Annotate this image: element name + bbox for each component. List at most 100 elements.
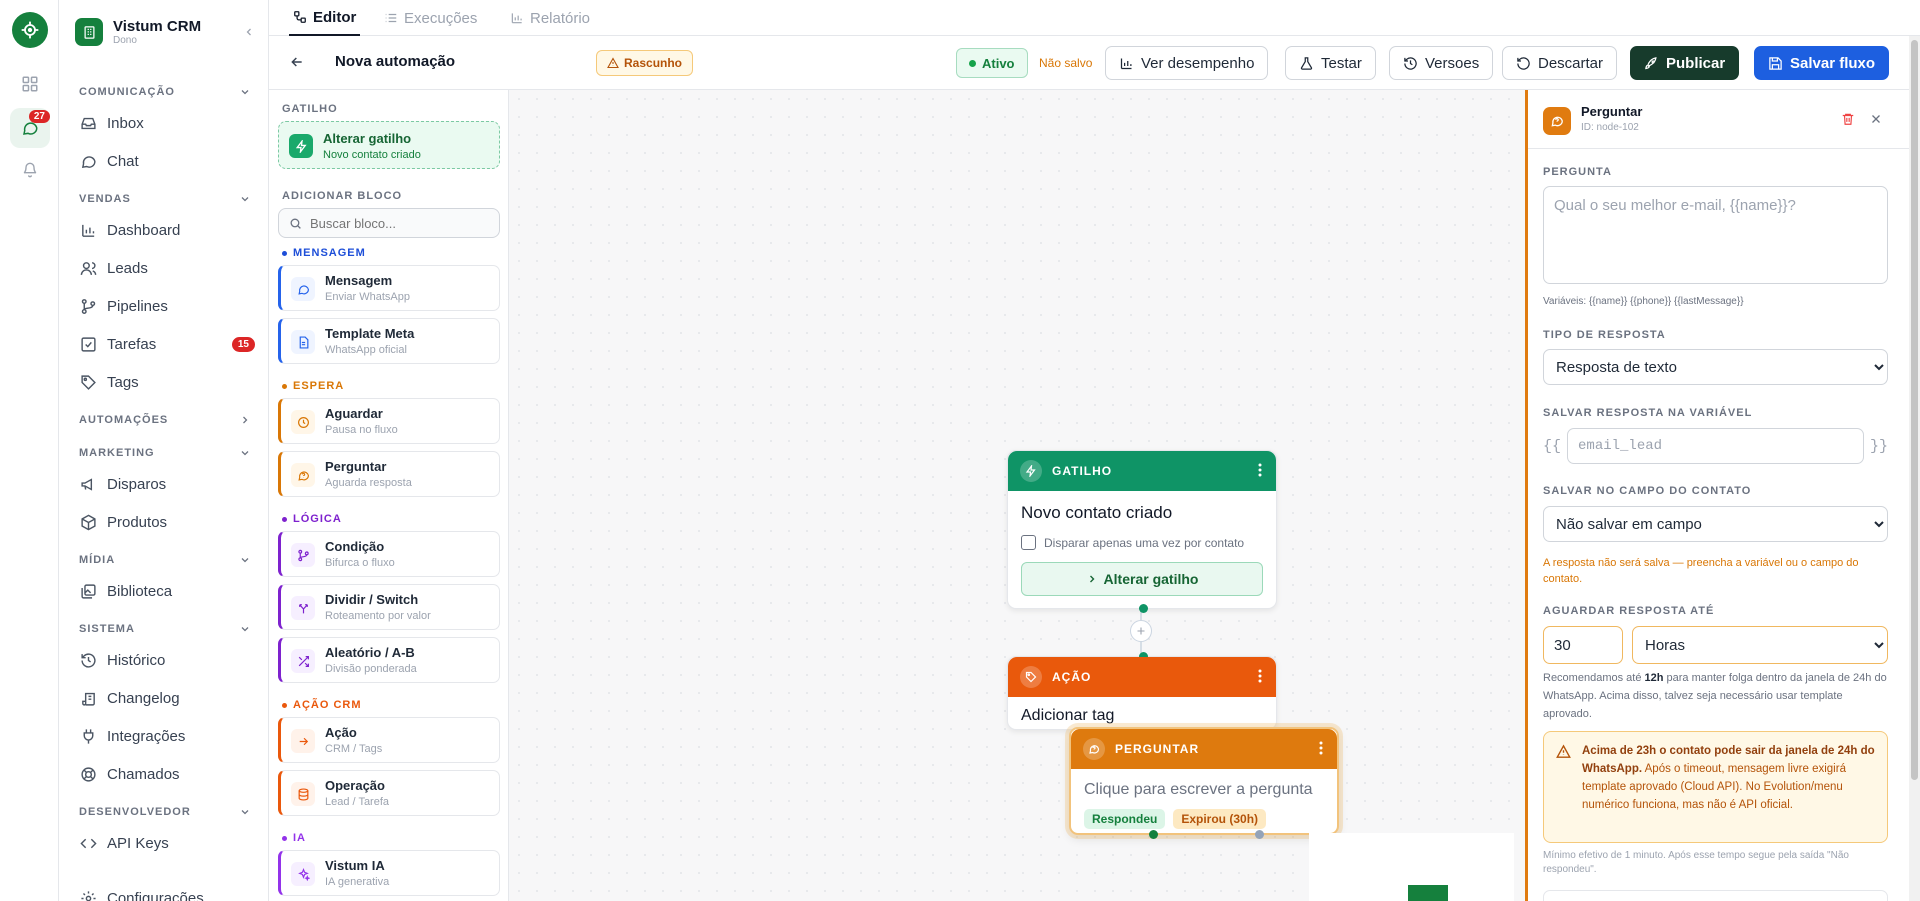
workspace-switcher[interactable]: Vistum CRM Dono [75,18,255,46]
sidebar-item-dashboard[interactable]: Dashboard [79,215,255,245]
block-operacao[interactable]: Operação Lead / Tarefa [278,770,500,816]
response-type-select[interactable]: Resposta de texto [1543,349,1888,385]
sidebar-item-inbox[interactable]: Inbox [79,108,255,138]
expired-output-port[interactable] [1255,830,1264,839]
sidebar-item-disparos[interactable]: Disparos [79,469,255,499]
ask-node-outputs: Respondeu Expirou (30h) [1084,809,1267,829]
block-aleatorio-ab[interactable]: Aleatório / A-B Divisão ponderada [278,637,500,683]
add-node-plus-icon[interactable] [1130,620,1152,642]
sidebar-item-leads[interactable]: Leads [79,253,255,283]
sidebar-item-produtos[interactable]: Produtos [79,507,255,537]
versoes-button[interactable]: Versoes [1389,46,1494,80]
category-dot [282,702,287,708]
history-icon [79,651,97,669]
sidebar-item-configuracoes[interactable]: Configurações [79,883,255,901]
salvar-fluxo-button[interactable]: Salvar fluxo [1754,46,1890,80]
more-vertical-icon[interactable] [1258,669,1262,683]
node-change-trigger-button[interactable]: Alterar gatilho [1021,562,1263,596]
action-node[interactable]: AÇÃO Adicionar tag [1007,652,1277,736]
minimum-effective-note: Mínimo efetivo de 1 minuto. Após esse te… [1543,850,1849,875]
ask-node-question[interactable]: Clique para escrever a pergunta [1084,781,1313,799]
draft-label: Rascunho [624,56,683,70]
sidebar-item-pipelines[interactable]: Pipelines [79,291,255,321]
app-logo-icon[interactable] [12,12,48,48]
block-subtitle: Pausa no fluxo [325,424,398,436]
chat-rail-icon[interactable]: 27 [10,108,50,148]
close-icon[interactable] [1869,112,1883,126]
apps-grid-icon[interactable] [10,64,50,104]
more-vertical-icon[interactable] [1258,463,1262,477]
publicar-button[interactable]: Publicar [1630,46,1740,80]
block-acao[interactable]: Ação CRM / Tags [278,717,500,763]
ver-desempenho-button[interactable]: Ver desempenho [1105,46,1269,80]
output-port[interactable] [1139,604,1148,613]
contact-field-select[interactable]: Não salvar em campo [1543,506,1888,542]
descartar-button[interactable]: Descartar [1502,46,1618,80]
sidebar-item-biblioteca[interactable]: Biblioteca [79,576,255,606]
block-dividir-switch[interactable]: Dividir / Switch Roteamento por valor [278,584,500,630]
question-textarea[interactable] [1543,186,1888,284]
chevron-left-icon[interactable] [243,26,255,38]
sidebar-item-integracoes[interactable]: Integrações [79,721,255,751]
section-comunicacao[interactable]: COMUNICAÇÃO [79,86,251,98]
timeout-number-input[interactable] [1543,626,1623,664]
ask-node[interactable]: PERGUNTAR Clique para escrever a pergunt… [1069,727,1339,839]
block-vistum-ia[interactable]: Vistum IA IA generativa [278,850,500,896]
block-perguntar[interactable]: Perguntar Aguarda resposta [278,451,500,497]
sidebar-item-historico[interactable]: Histórico [79,645,255,675]
answered-output-port[interactable] [1149,830,1158,839]
block-subtitle: Roteamento por valor [325,610,431,622]
sidebar-item-changelog[interactable]: Changelog [79,683,255,713]
once-per-contact-checkbox[interactable]: Disparar apenas uma vez por contato [1021,535,1244,550]
bell-icon[interactable] [10,150,50,190]
timeout-unit-select[interactable]: Horas [1632,626,1888,664]
section-label: COMUNICAÇÃO [79,86,175,98]
change-trigger-card[interactable]: Alterar gatilho Novo contato criado [278,121,500,169]
section-sistema[interactable]: SISTEMA [79,623,251,635]
button-label: Ver desempenho [1141,54,1255,72]
sidebar-item-apikeys[interactable]: API Keys [79,828,255,858]
megaphone-icon [79,475,97,493]
button-label: Testar [1321,54,1362,72]
tab-editor[interactable]: Editor [289,0,361,36]
scrollbar-thumb[interactable] [1911,40,1918,780]
trash-icon[interactable] [1841,112,1855,126]
block-template-meta[interactable]: Template Meta WhatsApp oficial [278,318,500,364]
sidebar-item-chamados[interactable]: Chamados [79,759,255,789]
flask-icon [1300,56,1313,70]
tab-execucoes[interactable]: Execuções [384,0,477,36]
section-marketing[interactable]: MARKETING [79,447,251,459]
block-mensagem[interactable]: Mensagem Enviar WhatsApp [278,265,500,311]
block-search-input[interactable] [310,215,490,231]
page-scrollbar[interactable] [1909,36,1920,901]
lifebuoy-icon [79,765,97,783]
automation-title[interactable]: Nova automação [335,53,455,70]
block-condicao[interactable]: Condição Bifurca o fluxo [278,531,500,577]
block-aguardar[interactable]: Aguardar Pausa no fluxo [278,398,500,444]
chevron-down-icon [241,627,249,632]
canvas-minimap[interactable] [1309,833,1514,901]
section-midia[interactable]: MÍDIA [79,554,251,566]
variable-open-braces: {{ [1543,437,1562,455]
section-automacoes[interactable]: AUTOMAÇÕES [79,414,251,426]
sidebar-item-tags[interactable]: Tags [79,367,255,397]
variable-name-input[interactable] [1567,428,1864,464]
shuffle-icon [291,649,315,673]
arrow-left-icon[interactable] [289,54,305,70]
zap-icon [1020,460,1042,482]
flow-canvas[interactable]: GATILHO Novo contato criado Disparar ape… [510,90,1525,901]
section-vendas[interactable]: VENDAS [79,193,251,205]
section-desenvolvedor[interactable]: DESENVOLVEDOR [79,806,251,818]
more-vertical-icon[interactable] [1319,741,1323,755]
draft-badge: Rascunho [596,50,694,76]
sidebar-item-tarefas[interactable]: Tarefas 15 [79,329,255,359]
trigger-node[interactable]: GATILHO Novo contato criado Disparar ape… [1007,450,1277,613]
testar-button[interactable]: Testar [1285,46,1376,80]
chevron-down-icon [241,90,249,95]
block-title: Ação [325,725,357,740]
salvar-variavel-label: SALVAR RESPOSTA NA VARIÁVEL [1543,407,1753,419]
tab-relatorio[interactable]: Relatório [510,0,590,36]
active-toggle[interactable]: Ativo [956,48,1028,78]
category-acao-crm: AÇÃO CRM [282,699,362,711]
sidebar-item-chat[interactable]: Chat [79,146,255,176]
